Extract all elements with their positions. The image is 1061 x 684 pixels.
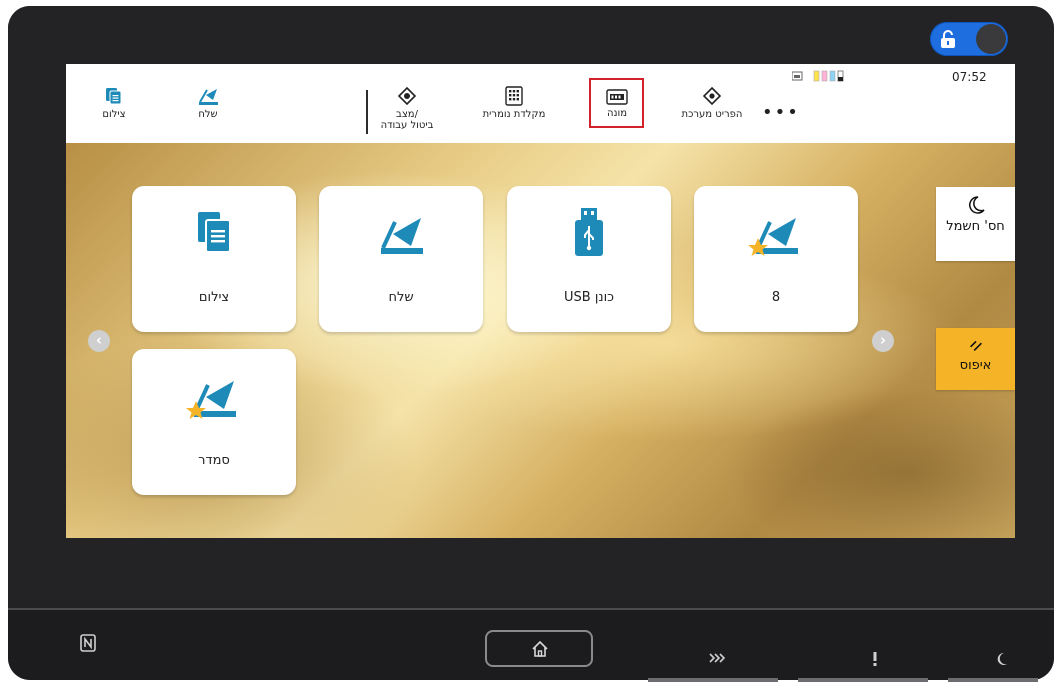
power-save-label: חס' חשמל <box>946 219 1005 234</box>
send-favorite-icon <box>186 381 236 419</box>
error-indicator-icon <box>873 652 877 666</box>
home-icon <box>532 640 548 657</box>
send-icon <box>199 89 218 105</box>
hardware-button-bar <box>8 610 1054 682</box>
numeric-keypad-label: מקלדת נומרית <box>482 109 546 120</box>
toner-status-icon <box>792 70 844 82</box>
tile-copy[interactable]: צילום <box>132 186 296 332</box>
tile-send-favorite-8[interactable]: 8 <box>694 186 858 332</box>
moon-icon <box>968 196 985 214</box>
shortcut-copy[interactable]: צילום <box>94 86 134 120</box>
top-shortcut-bar: צילום שלח מצב/ ביטול עבודה מקלדת נומרית … <box>66 64 1015 143</box>
shortcut-send[interactable]: שלח <box>188 86 228 120</box>
shortcut-numeric-keypad[interactable]: מקלדת נומרית <box>474 86 554 120</box>
shortcut-send-label: שלח <box>198 109 218 120</box>
toggle-knob <box>976 24 1006 54</box>
more-options-icon[interactable]: ••• <box>762 102 800 123</box>
copy-icon <box>106 88 122 105</box>
numeric-keypad-icon <box>505 86 523 106</box>
reset-label: איפוס <box>959 358 992 373</box>
nfc-icon <box>80 634 96 652</box>
unlock-icon <box>941 30 955 48</box>
counter-label: מונה <box>606 108 628 119</box>
send-icon <box>381 218 423 254</box>
tile-favorite-8-label: 8 <box>771 290 781 305</box>
home-screen-area: צילום שלח USB כונן 8 סמדר ‹ › חס' חשמל א… <box>66 143 1015 538</box>
home-button[interactable] <box>485 630 593 667</box>
usb-drive-icon <box>575 208 603 256</box>
tile-send[interactable]: שלח <box>319 186 483 332</box>
copy-icon <box>198 212 231 253</box>
power-save-button[interactable]: חס' חשמל <box>936 187 1015 261</box>
tile-usb-label: USB כונן <box>564 290 614 305</box>
reset-button[interactable]: איפוס <box>936 328 1015 390</box>
touch-screen: צילום שלח מצב/ ביטול עבודה מקלדת נומרית … <box>66 64 1015 538</box>
job-status-icon <box>397 86 417 106</box>
counter-icon <box>606 89 628 105</box>
power-led <box>948 678 1038 682</box>
tile-favorite-smadar-label: סמדר <box>198 453 230 468</box>
page-next-arrow[interactable]: › <box>872 330 894 352</box>
power-save-indicator-icon <box>997 652 1007 665</box>
job-status-label-line2: ביטול עבודה <box>380 120 434 131</box>
tile-send-label: שלח <box>388 290 414 305</box>
topbar-separator <box>366 90 368 134</box>
shortcut-copy-label: צילום <box>102 109 126 120</box>
error-led <box>798 678 928 682</box>
data-indicator-icon <box>709 653 726 663</box>
page-prev-arrow[interactable]: ‹ <box>88 330 110 352</box>
send-favorite-icon <box>748 218 798 256</box>
shortcut-counter[interactable]: מונה <box>596 86 638 119</box>
system-settings-label: הפריט מערכת <box>681 109 743 120</box>
lock-toggle[interactable] <box>930 22 1008 56</box>
shortcut-job-status[interactable]: מצב/ ביטול עבודה <box>372 86 442 131</box>
system-menu-icon <box>702 86 722 106</box>
tile-send-favorite-smadar[interactable]: סמדר <box>132 349 296 495</box>
shortcut-system-settings[interactable]: הפריט מערכת <box>672 86 752 120</box>
data-led <box>648 678 778 682</box>
tile-usb-drive[interactable]: USB כונן <box>507 186 671 332</box>
tile-copy-label: צילום <box>198 290 230 305</box>
job-status-label-line1: מצב/ <box>396 109 418 120</box>
clock: 07:52 <box>952 70 987 84</box>
reset-icon <box>969 340 982 351</box>
